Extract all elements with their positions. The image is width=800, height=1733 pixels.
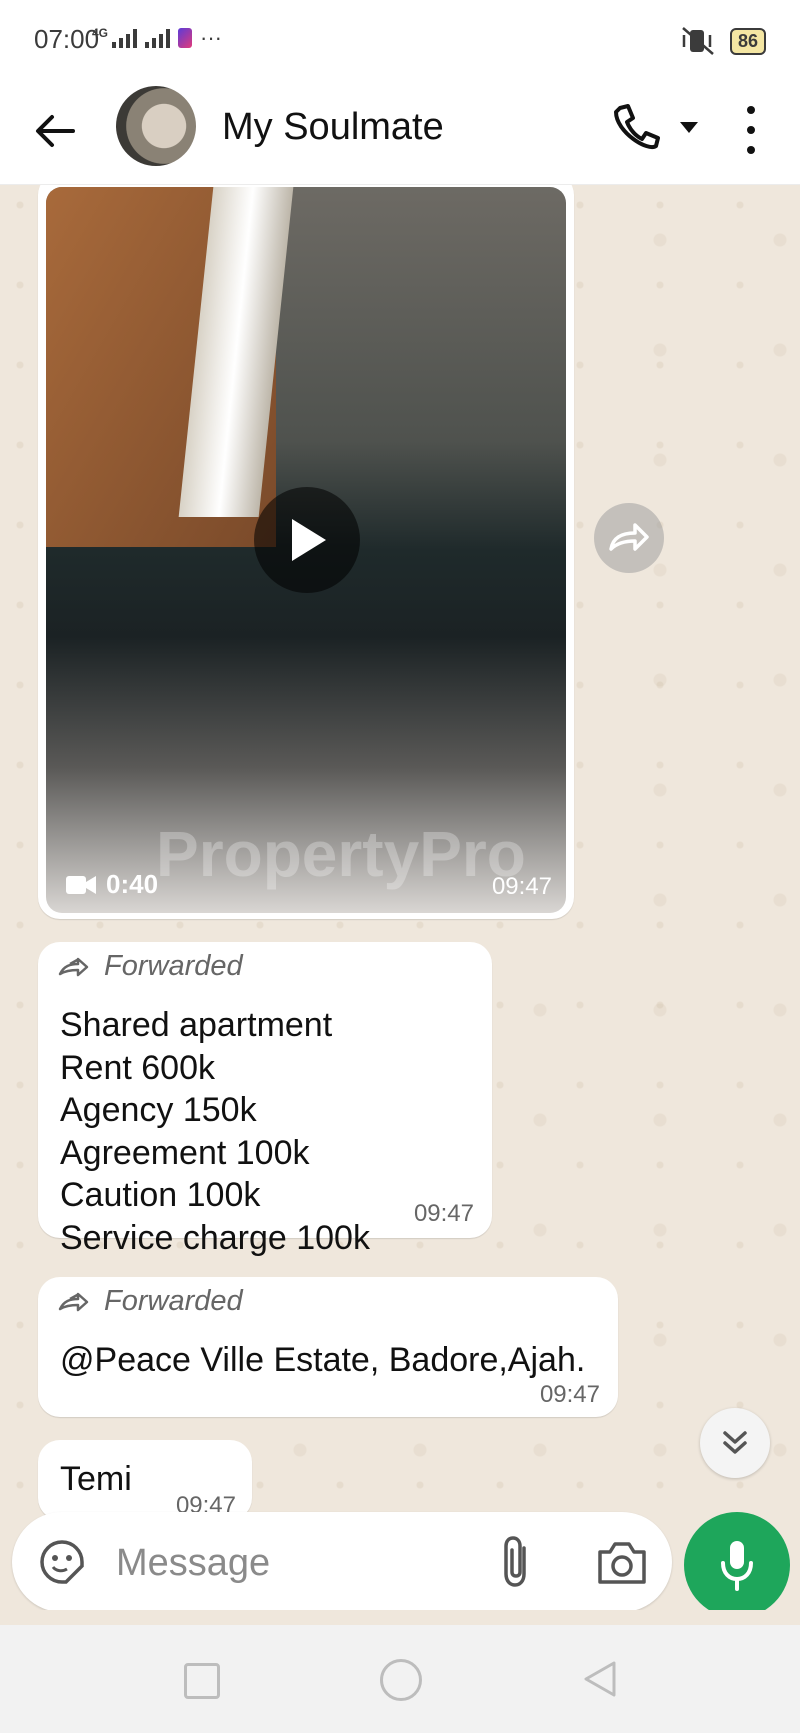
video-duration-text: 0:40 (106, 869, 159, 899)
sticker-icon (40, 1540, 84, 1584)
forwarded-label: Forwarded (58, 1285, 243, 1318)
back-arrow-icon (36, 115, 75, 147)
scroll-to-bottom-button[interactable] (700, 1408, 770, 1478)
signal-icon (112, 28, 138, 48)
message-text: Shared apartment Rent 600k Agency 150k A… (60, 1006, 370, 1257)
play-button[interactable] (254, 487, 360, 593)
video-watermark: PropertyPro (156, 818, 526, 890)
recent-apps-icon[interactable] (184, 1663, 220, 1699)
share-forward-icon (609, 523, 649, 551)
message-text: @Peace Ville Estate, Badore,Ajah. (60, 1341, 586, 1379)
paperclip-icon (504, 1536, 526, 1587)
vibrate-mute-icon (682, 27, 714, 55)
camera-button[interactable] (596, 1538, 648, 1586)
sticker-button[interactable] (38, 1538, 86, 1586)
video-thumbnail[interactable]: PropertyPro 0:40 09:47 (46, 187, 566, 913)
video-duration: 0:40 (66, 869, 158, 900)
forward-icon (58, 1292, 89, 1311)
status-bar: 07:00 4G ··· 86 (0, 0, 800, 78)
message-time: 09:47 (539, 1381, 600, 1408)
microphone-icon (721, 1541, 753, 1591)
back-button[interactable] (30, 106, 80, 156)
message-bubble[interactable]: Forwarded @Peace Ville Estate, Badore,Aj… (38, 1277, 618, 1417)
chevron-down-icon (680, 122, 698, 133)
back-nav-icon[interactable] (580, 1659, 620, 1699)
phone-icon (614, 104, 660, 150)
message-text: Temi (60, 1460, 132, 1498)
chat-header: My Soulmate (0, 78, 800, 185)
camera-icon (598, 1542, 646, 1584)
network-type: 4G (92, 26, 109, 40)
more-options-button[interactable] (738, 100, 764, 160)
status-time: 07:00 (34, 24, 100, 54)
status-left-icons: 4G ··· (92, 25, 222, 51)
play-icon (292, 519, 326, 561)
chat-area[interactable]: PropertyPro 0:40 09:47 Forwarded Shared … (0, 185, 800, 1610)
more-vertical-icon (747, 106, 755, 114)
battery-indicator: 86 (729, 27, 766, 55)
forwarded-label: Forwarded (58, 950, 243, 983)
forward-media-button[interactable] (594, 503, 664, 573)
app-notification-icon (178, 28, 193, 48)
forwarded-text: Forwarded (104, 950, 243, 982)
attach-button[interactable] (494, 1534, 540, 1590)
forwarded-text: Forwarded (104, 1285, 243, 1317)
message-time: 09:47 (491, 873, 552, 900)
signal-icon-2 (145, 28, 171, 48)
contact-name[interactable]: My Soulmate (222, 106, 444, 149)
double-chevron-down-icon (723, 1431, 747, 1454)
status-right-icons: 86 (680, 26, 766, 56)
more-notifications: ··· (200, 25, 222, 50)
message-input[interactable] (114, 1534, 478, 1592)
message-bubble[interactable]: Temi 09:47 (38, 1440, 252, 1520)
call-options-dropdown[interactable] (678, 118, 700, 136)
forward-icon (58, 957, 89, 976)
contact-avatar[interactable] (116, 86, 196, 166)
message-time: 09:47 (413, 1200, 474, 1227)
voice-message-button[interactable] (684, 1512, 790, 1610)
message-composer (12, 1512, 672, 1610)
voice-call-button[interactable] (610, 102, 660, 154)
home-icon[interactable] (380, 1659, 422, 1701)
system-nav-bar (0, 1625, 800, 1733)
video-camera-icon (66, 875, 96, 894)
message-bubble[interactable]: Forwarded Shared apartment Rent 600k Age… (38, 942, 492, 1257)
video-message[interactable]: PropertyPro 0:40 09:47 (38, 185, 574, 919)
